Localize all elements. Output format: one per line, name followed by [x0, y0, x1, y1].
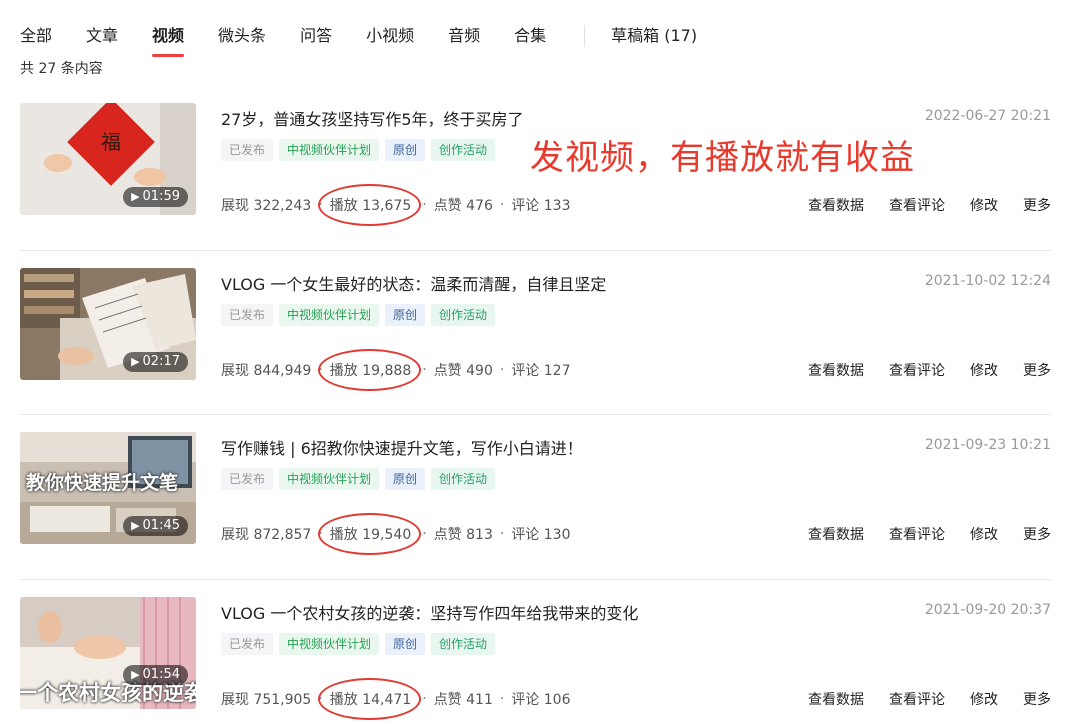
impressions-stat: 展现 844,949	[221, 362, 312, 379]
tab-videos[interactable]: 视频	[152, 24, 185, 57]
tag-list: 已发布 中视频伙伴计划 原创 创作活动	[221, 468, 496, 490]
view-data-button[interactable]: 查看数据	[808, 689, 864, 709]
content-type-tabs: 全部 文章 视频 微头条 问答 小视频 音频 合集 草稿箱 (17)	[20, 22, 731, 57]
impressions-stat: 展现 322,243	[221, 198, 312, 214]
duration-badge: ▶ 01:59	[123, 187, 188, 207]
status-badge: 已发布	[221, 468, 274, 490]
video-stats: 展现 844,949 · 播放 19,888 · 点赞 490 · 评论 127	[221, 348, 571, 391]
impressions-stat: 展现 751,905	[221, 691, 312, 708]
partner-plan-badge: 中视频伙伴计划	[279, 139, 380, 161]
tag-list: 已发布 中视频伙伴计划 原创 创作活动	[221, 632, 496, 655]
duration-badge: ▶ 02:17	[123, 351, 188, 372]
video-title[interactable]: VLOG 一个女生最好的状态：温柔而清醒，自律且坚定	[221, 271, 606, 295]
play-icon: ▶	[131, 519, 140, 532]
campaign-badge: 创作活动	[431, 632, 496, 655]
item-actions: 查看数据 查看评论 修改 更多	[783, 360, 1051, 380]
campaign-badge: 创作活动	[431, 139, 496, 161]
partner-plan-badge: 中视频伙伴计划	[279, 632, 380, 655]
original-badge: 原创	[385, 139, 426, 161]
item-actions: 查看数据 查看评论 修改 更多	[783, 689, 1051, 709]
tab-collections[interactable]: 合集	[514, 24, 546, 48]
likes-stat: 点赞 411	[433, 691, 493, 708]
comments-stat: 评论 130	[511, 527, 571, 543]
tab-articles[interactable]: 文章	[86, 24, 118, 48]
view-data-button[interactable]: 查看数据	[808, 195, 864, 215]
video-stats: 展现 751,905 · 播放 14,471 · 点赞 411 · 评论 106	[221, 677, 571, 720]
more-button[interactable]: 更多	[1023, 689, 1051, 709]
view-comments-button[interactable]: 查看评论	[889, 524, 945, 544]
video-thumbnail[interactable]: ▶ 02:17	[20, 267, 196, 380]
plays-stat: 播放 14,471	[317, 677, 422, 720]
video-thumbnail[interactable]: 一个农村女孩的逆袭 ▶ 01:54	[20, 596, 196, 709]
svg-text:福: 福	[101, 130, 121, 154]
video-thumbnail[interactable]: 教你快速提升文笔 ▶ 01:45	[20, 432, 196, 544]
total-count: 共 27 条内容	[20, 61, 103, 77]
comments-stat: 评论 106	[511, 691, 571, 708]
view-data-button[interactable]: 查看数据	[808, 360, 864, 380]
video-list: 福 ▶ 01:59 27岁，普通女孩坚持写作5年，终于买房了 2022-06-27…	[20, 86, 1051, 724]
play-icon: ▶	[131, 667, 140, 681]
campaign-badge: 创作活动	[431, 303, 496, 326]
promo-annotation: 发视频，有播放就有收益	[530, 138, 915, 178]
video-item: 一个农村女孩的逆袭 ▶ 01:54 VLOG 一个农村女孩的逆袭：坚持写作四年给我…	[20, 580, 1051, 724]
comments-stat: 评论 133	[511, 198, 571, 214]
publish-time: 2021-10-02 12:24	[924, 272, 1051, 289]
publish-time: 2022-06-27 20:21	[924, 108, 1051, 124]
drafts-link[interactable]: 草稿箱 (17)	[611, 24, 697, 48]
video-title[interactable]: VLOG 一个农村女孩的逆袭：坚持写作四年给我带来的变化	[221, 600, 638, 624]
status-badge: 已发布	[221, 139, 274, 161]
partner-plan-badge: 中视频伙伴计划	[279, 303, 380, 326]
video-title[interactable]: 27岁，普通女孩坚持写作5年，终于买房了	[221, 106, 524, 130]
status-badge: 已发布	[221, 303, 274, 326]
campaign-badge: 创作活动	[431, 468, 496, 490]
video-item: 教你快速提升文笔 ▶ 01:45 写作赚钱 | 6招教你快速提升文笔，写作小白请进…	[20, 415, 1051, 580]
tab-short-videos[interactable]: 小视频	[366, 24, 414, 48]
publish-time: 2021-09-23 10:21	[924, 437, 1051, 453]
tab-divider	[584, 25, 586, 47]
likes-stat: 点赞 490	[433, 362, 493, 379]
duration-badge: ▶ 01:54	[123, 664, 188, 685]
video-item: ▶ 02:17 VLOG 一个女生最好的状态：温柔而清醒，自律且坚定 2021-1…	[20, 251, 1051, 415]
plays-stat: 播放 19,540	[317, 513, 422, 555]
play-icon: ▶	[131, 354, 140, 368]
comments-stat: 评论 127	[511, 362, 571, 379]
status-badge: 已发布	[221, 632, 274, 655]
edit-button[interactable]: 修改	[970, 524, 998, 544]
more-button[interactable]: 更多	[1023, 195, 1051, 215]
item-actions: 查看数据 查看评论 修改 更多	[783, 524, 1051, 544]
view-comments-button[interactable]: 查看评论	[889, 360, 945, 380]
original-badge: 原创	[385, 632, 426, 655]
tab-micro-posts[interactable]: 微头条	[218, 24, 266, 48]
original-badge: 原创	[385, 468, 426, 490]
impressions-stat: 展现 872,857	[221, 527, 312, 543]
edit-button[interactable]: 修改	[970, 360, 998, 380]
partner-plan-badge: 中视频伙伴计划	[279, 468, 380, 490]
video-thumbnail[interactable]: 福 ▶ 01:59	[20, 103, 196, 215]
play-icon: ▶	[131, 190, 140, 203]
view-data-button[interactable]: 查看数据	[808, 524, 864, 544]
plays-stat: 播放 19,888	[317, 348, 422, 391]
edit-button[interactable]: 修改	[970, 689, 998, 709]
duration-badge: ▶ 01:45	[123, 516, 188, 536]
plays-stat: 播放 13,675	[317, 184, 422, 226]
tag-list: 已发布 中视频伙伴计划 原创 创作活动	[221, 139, 496, 161]
tab-audio[interactable]: 音频	[448, 24, 480, 48]
video-stats: 展现 322,243 · 播放 13,675 · 点赞 476 · 评论 133	[221, 184, 571, 226]
view-comments-button[interactable]: 查看评论	[889, 689, 945, 709]
publish-time: 2021-09-20 20:37	[924, 601, 1051, 618]
more-button[interactable]: 更多	[1023, 524, 1051, 544]
tag-list: 已发布 中视频伙伴计划 原创 创作活动	[221, 303, 496, 326]
likes-stat: 点赞 476	[433, 198, 493, 214]
original-badge: 原创	[385, 303, 426, 326]
view-comments-button[interactable]: 查看评论	[889, 195, 945, 215]
thumbnail-caption: 教你快速提升文笔	[26, 472, 179, 494]
edit-button[interactable]: 修改	[970, 195, 998, 215]
tab-qa[interactable]: 问答	[300, 24, 332, 48]
likes-stat: 点赞 813	[433, 527, 493, 543]
more-button[interactable]: 更多	[1023, 360, 1051, 380]
item-actions: 查看数据 查看评论 修改 更多	[783, 195, 1051, 215]
video-title[interactable]: 写作赚钱 | 6招教你快速提升文笔，写作小白请进！	[221, 435, 583, 459]
video-stats: 展现 872,857 · 播放 19,540 · 点赞 813 · 评论 130	[221, 513, 571, 555]
tab-all[interactable]: 全部	[20, 24, 52, 48]
